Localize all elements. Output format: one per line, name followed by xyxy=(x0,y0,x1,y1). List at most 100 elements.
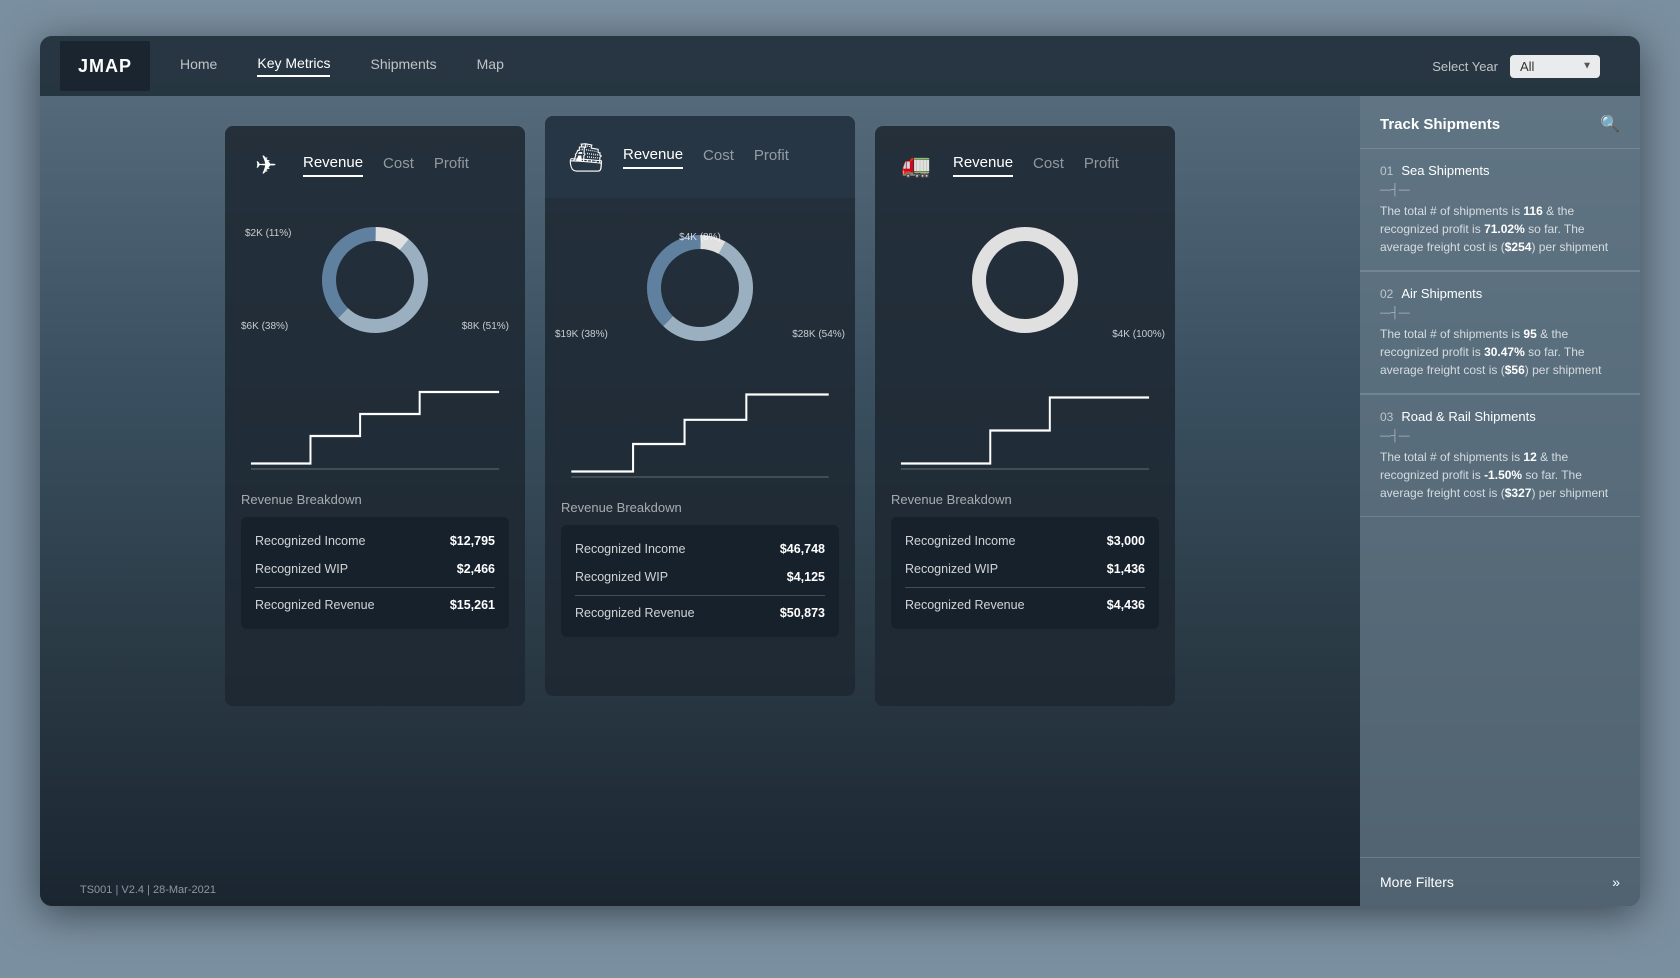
shipment-road-num: 03 xyxy=(1380,410,1393,424)
donut-air-label-2: $8K (51%) xyxy=(462,321,509,332)
logo: JMAP xyxy=(60,41,150,91)
road-icon: 🚛 xyxy=(891,140,941,190)
breakdown-road-value-1: $3,000 xyxy=(1107,534,1145,548)
breakdown-sea-table: Recognized Income $46,748 Recognized WIP… xyxy=(561,525,839,637)
breakdown-air-value-2: $2,466 xyxy=(457,562,495,576)
shipment-air-dash: —┤— xyxy=(1380,307,1620,319)
card-sea-donut: $4K (8%) $28K (54%) $19K (38%) xyxy=(545,208,855,368)
shipment-road-dash: —┤— xyxy=(1380,430,1620,442)
breakdown-sea-value-total: $50,873 xyxy=(780,606,825,620)
card-road-donut: $4K (100%) xyxy=(875,200,1175,360)
breakdown-air-row-total: Recognized Revenue $15,261 xyxy=(255,587,495,619)
search-icon[interactable]: 🔍 xyxy=(1600,114,1620,134)
donut-road-label-1: $4K (100%) xyxy=(1112,329,1165,340)
breakdown-road-table: Recognized Income $3,000 Recognized WIP … xyxy=(891,517,1159,629)
main-content: ✈ Revenue Cost Profit $2K (11%) xyxy=(40,96,1640,906)
breakdown-sea-row-1: Recognized Income $46,748 xyxy=(575,535,825,563)
shipment-sea-num-row: 01 Sea Shipments xyxy=(1380,163,1620,178)
shipment-sea-desc: The total # of shipments is 116 & the re… xyxy=(1380,202,1620,256)
version-text: TS001 | V2.4 | 28-Mar-2021 xyxy=(80,884,216,896)
card-air-stepchart xyxy=(225,370,525,480)
shipment-air-num: 02 xyxy=(1380,287,1393,301)
card-road: 🚛 Revenue Cost Profit $4K (100%) xyxy=(875,126,1175,706)
breakdown-road-label-total: Recognized Revenue xyxy=(905,598,1025,612)
tab-road-revenue[interactable]: Revenue xyxy=(953,154,1013,177)
card-sea-header: ⛴ Revenue Cost Profit xyxy=(545,116,855,198)
card-air-tabs: Revenue Cost Profit xyxy=(303,154,469,177)
card-sea-tabs: Revenue Cost Profit xyxy=(623,146,789,169)
tab-sea-profit[interactable]: Profit xyxy=(754,147,789,168)
tab-sea-revenue[interactable]: Revenue xyxy=(623,146,683,169)
nav-map[interactable]: Map xyxy=(477,56,504,76)
breakdown-road-title: Revenue Breakdown xyxy=(891,492,1159,507)
tab-air-cost[interactable]: Cost xyxy=(383,155,414,176)
breakdown-sea-row-total: Recognized Revenue $50,873 xyxy=(575,595,825,627)
card-air: ✈ Revenue Cost Profit $2K (11%) xyxy=(225,126,525,706)
shipment-entry-air: 02 Air Shipments —┤— The total # of ship… xyxy=(1360,272,1640,394)
tab-road-profit[interactable]: Profit xyxy=(1084,155,1119,176)
card-road-tabs: Revenue Cost Profit xyxy=(953,154,1119,177)
card-air-donut: $2K (11%) $8K (51%) $6K (38%) xyxy=(225,200,525,360)
breakdown-road-row-total: Recognized Revenue $4,436 xyxy=(905,587,1145,619)
air-icon: ✈ xyxy=(241,140,291,190)
breakdown-sea-value-2: $4,125 xyxy=(787,570,825,584)
shipment-air-num-row: 02 Air Shipments xyxy=(1380,286,1620,301)
breakdown-sea-title: Revenue Breakdown xyxy=(561,500,839,515)
nav-key-metrics[interactable]: Key Metrics xyxy=(257,55,330,77)
breakdown-road-value-total: $4,436 xyxy=(1107,598,1145,612)
card-road-breakdown: Revenue Breakdown Recognized Income $3,0… xyxy=(875,480,1175,641)
nav-links: Home Key Metrics Shipments Map xyxy=(180,55,1432,77)
sidebar-title: Track Shipments xyxy=(1380,116,1500,133)
card-air-breakdown: Revenue Breakdown Recognized Income $12,… xyxy=(225,480,525,641)
year-select-wrapper: All 2021 2020 2019 ▼ xyxy=(1510,55,1600,78)
sea-icon: ⛴ xyxy=(561,132,611,182)
cards-area: ✈ Revenue Cost Profit $2K (11%) xyxy=(40,96,1360,906)
breakdown-road-label-1: Recognized Income xyxy=(905,534,1015,548)
shipment-air-name: Air Shipments xyxy=(1401,286,1482,301)
year-select[interactable]: All 2021 2020 2019 xyxy=(1510,55,1600,78)
breakdown-air-label-2: Recognized WIP xyxy=(255,562,348,576)
donut-sea-label-3: $19K (38%) xyxy=(555,329,608,340)
more-filters-button[interactable]: More Filters » xyxy=(1360,857,1640,906)
breakdown-air-label-total: Recognized Revenue xyxy=(255,598,375,612)
shipment-entry-road: 03 Road & Rail Shipments —┤— The total #… xyxy=(1360,395,1640,517)
breakdown-air-value-total: $15,261 xyxy=(450,598,495,612)
breakdown-air-value-1: $12,795 xyxy=(450,534,495,548)
donut-air-label-3: $6K (38%) xyxy=(241,321,288,332)
nav-shipments[interactable]: Shipments xyxy=(370,56,436,76)
tab-road-cost[interactable]: Cost xyxy=(1033,155,1064,176)
shipment-sea-dash: —┤— xyxy=(1380,184,1620,196)
sidebar-header: Track Shipments 🔍 xyxy=(1360,96,1640,149)
card-sea: ⛴ Revenue Cost Profit $4K (8%) xyxy=(545,116,855,696)
more-filters-text: More Filters xyxy=(1380,874,1454,890)
shipment-road-num-row: 03 Road & Rail Shipments xyxy=(1380,409,1620,424)
donut-sea-label-1: $4K (8%) xyxy=(679,232,721,243)
breakdown-sea-value-1: $46,748 xyxy=(780,542,825,556)
card-sea-stepchart xyxy=(545,378,855,488)
card-sea-breakdown: Revenue Breakdown Recognized Income $46,… xyxy=(545,488,855,649)
nav-right: Select Year All 2021 2020 2019 ▼ xyxy=(1432,55,1600,78)
shipment-sea-num: 01 xyxy=(1380,164,1393,178)
breakdown-air-label-1: Recognized Income xyxy=(255,534,365,548)
card-road-stepchart xyxy=(875,370,1175,480)
breakdown-sea-label-1: Recognized Income xyxy=(575,542,685,556)
card-road-header: 🚛 Revenue Cost Profit xyxy=(875,126,1175,190)
breakdown-road-value-2: $1,436 xyxy=(1107,562,1145,576)
more-filters-arrow-icon: » xyxy=(1612,874,1620,890)
shipment-road-desc: The total # of shipments is 12 & the rec… xyxy=(1380,448,1620,502)
shipment-entry-sea: 01 Sea Shipments —┤— The total # of ship… xyxy=(1360,149,1640,271)
breakdown-air-title: Revenue Breakdown xyxy=(241,492,509,507)
breakdown-air-row-2: Recognized WIP $2,466 xyxy=(255,555,495,583)
breakdown-sea-label-total: Recognized Revenue xyxy=(575,606,695,620)
tab-air-profit[interactable]: Profit xyxy=(434,155,469,176)
logo-text: JMAP xyxy=(78,56,132,77)
navbar: JMAP Home Key Metrics Shipments Map Sele… xyxy=(40,36,1640,96)
nav-home[interactable]: Home xyxy=(180,56,217,76)
shipment-air-desc: The total # of shipments is 95 & the rec… xyxy=(1380,325,1620,379)
donut-sea-label-2: $28K (54%) xyxy=(792,329,845,340)
breakdown-air-row-1: Recognized Income $12,795 xyxy=(255,527,495,555)
tab-air-revenue[interactable]: Revenue xyxy=(303,154,363,177)
breakdown-road-row-1: Recognized Income $3,000 xyxy=(905,527,1145,555)
tab-sea-cost[interactable]: Cost xyxy=(703,147,734,168)
shipment-road-name: Road & Rail Shipments xyxy=(1401,409,1535,424)
